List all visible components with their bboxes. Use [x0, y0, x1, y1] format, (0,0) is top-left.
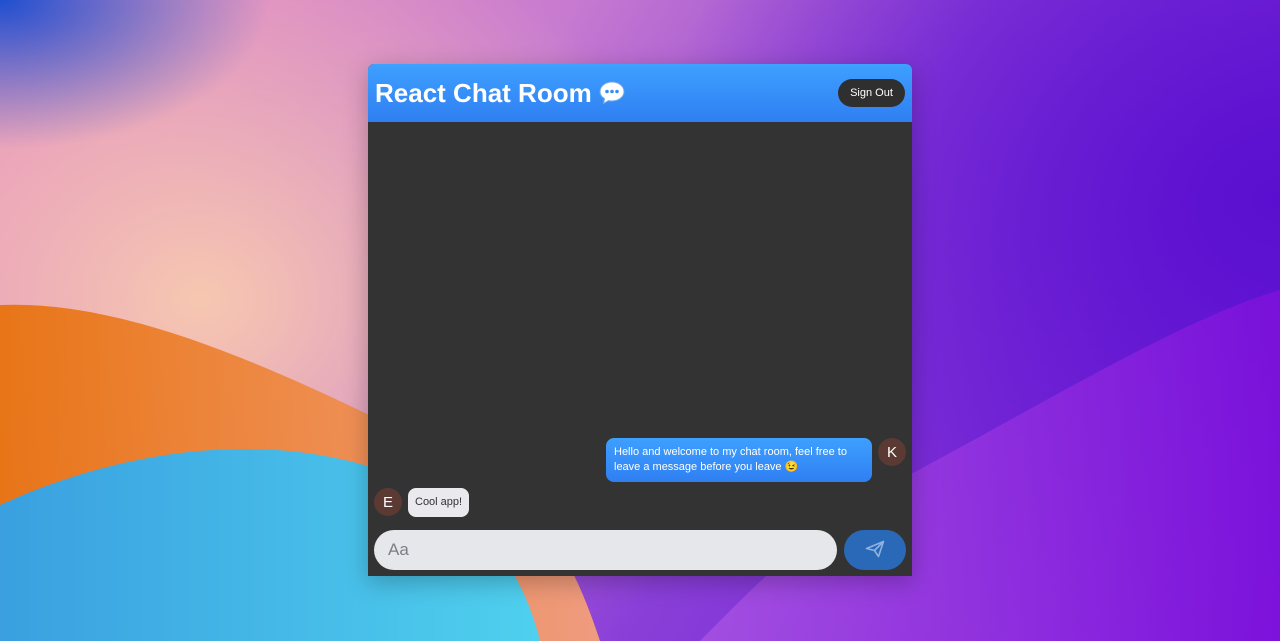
desktop-wallpaper: React Chat Room Sign Out Hello and welco… — [0, 0, 1280, 641]
avatar: E — [374, 488, 402, 516]
send-button[interactable] — [844, 530, 906, 570]
message-input[interactable] — [374, 530, 837, 570]
message-sent: Hello and welcome to my chat room, feel … — [606, 438, 906, 482]
sign-out-button[interactable]: Sign Out — [838, 79, 905, 107]
page-title: React Chat Room — [375, 77, 592, 108]
message-received: E Cool app! — [374, 488, 470, 517]
title-wrap: React Chat Room — [375, 78, 626, 109]
paper-plane-icon — [865, 540, 885, 561]
chat-header: React Chat Room Sign Out — [368, 64, 912, 122]
message-list[interactable]: Hello and welcome to my chat room, feel … — [368, 122, 912, 524]
chat-window: React Chat Room Sign Out Hello and welco… — [368, 64, 912, 576]
message-bubble-received: Cool app! — [408, 488, 470, 517]
message-composer — [368, 524, 912, 576]
message-bubble-sent: Hello and welcome to my chat room, feel … — [606, 438, 872, 482]
avatar: K — [878, 438, 906, 466]
speech-bubble-icon — [598, 80, 626, 106]
